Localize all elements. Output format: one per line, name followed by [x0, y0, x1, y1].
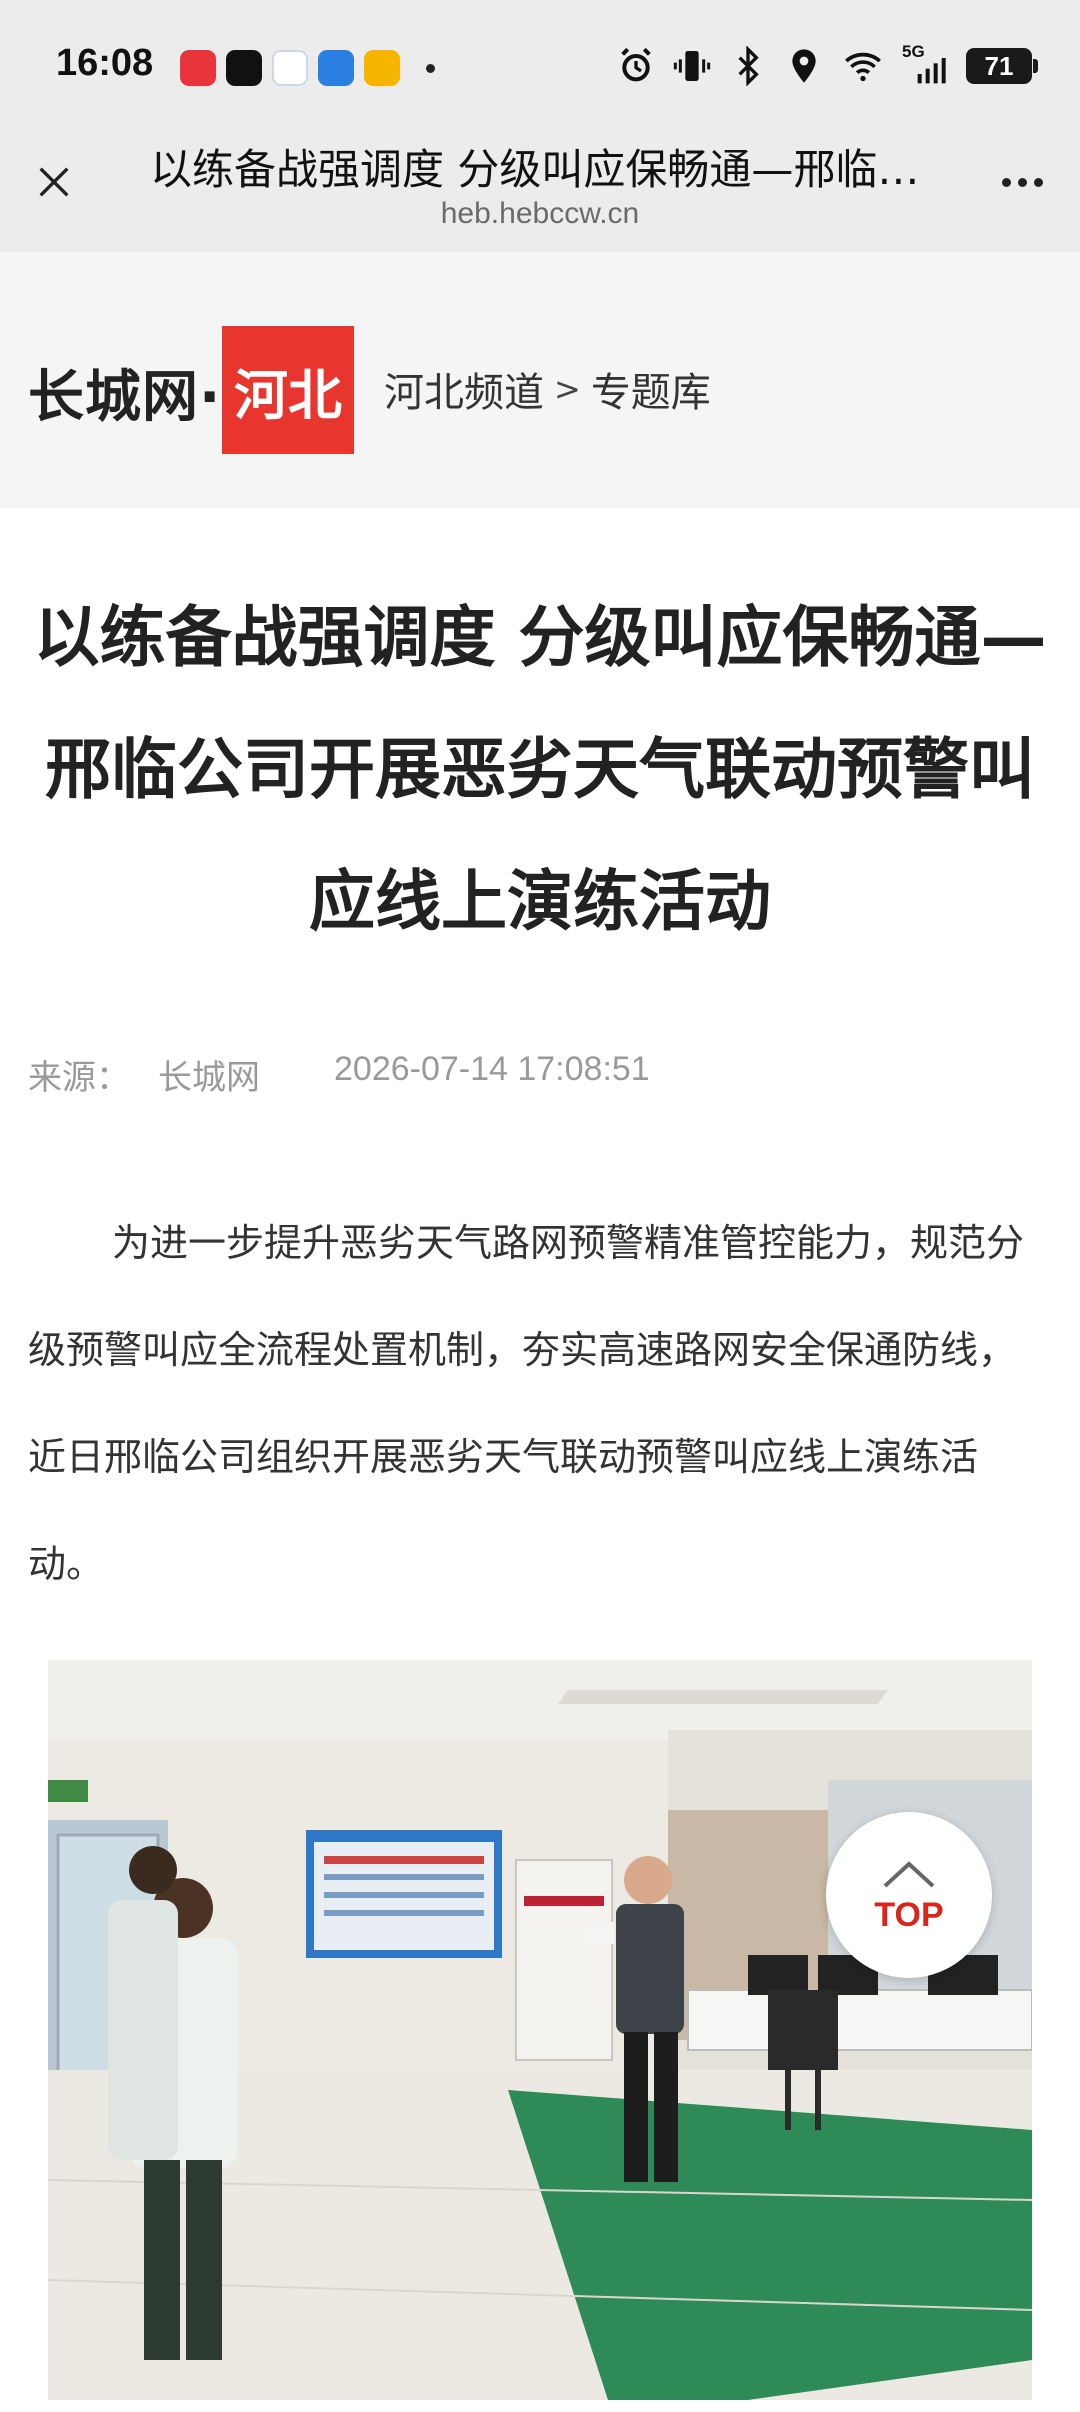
signal-indicator: 5G: [902, 42, 950, 86]
article-photo[interactable]: [48, 1660, 1032, 2400]
top-label: TOP: [874, 1895, 944, 1934]
tiktok-icon: [226, 50, 262, 86]
weibo-icon: [364, 50, 400, 86]
breadcrumb: 河北频道 > 专题库: [384, 360, 711, 418]
app-notification-icon: [180, 50, 216, 86]
browser-page-title: 以练备战强调度 分级叫应保畅通—邢临公司开展恶劣天气联动预警叫应线上演练活动: [150, 145, 930, 194]
app-notification-icon: [318, 50, 354, 86]
site-logo-badge[interactable]: 河北: [222, 326, 354, 454]
app-notification-icon: [272, 50, 308, 86]
battery-indicator: 71: [966, 48, 1038, 84]
notification-icons: [180, 50, 435, 86]
publish-date: 2026-07-14 17:08:51: [334, 1050, 650, 1088]
source-name: 长城网: [158, 1058, 260, 1098]
alarm-icon: [621, 47, 651, 82]
control-room-photo: [48, 1660, 1032, 2400]
chevron-up-icon: [883, 1860, 935, 1887]
more-notifications-dot: [426, 63, 435, 73]
back-to-top-button[interactable]: TOP: [826, 1812, 992, 1978]
status-time: 16:08: [56, 42, 154, 84]
location-icon: [792, 49, 816, 83]
close-icon: [39, 167, 69, 197]
vibrate-icon: [673, 51, 711, 81]
close-button[interactable]: [28, 156, 80, 208]
battery-level: 71: [984, 50, 1014, 81]
signal-icon: [917, 58, 946, 84]
browser-url[interactable]: heb.hebccw.cn: [150, 197, 930, 231]
breadcrumb-item-channel[interactable]: 河北频道: [384, 360, 544, 418]
status-bar: 16:08 5G 71: [0, 0, 1080, 120]
source-label: 来源：: [28, 1058, 130, 1098]
more-icon-dot: [1001, 177, 1011, 187]
article-title: 以练备战强调度 分级叫应保畅通—邢临公司开展恶劣天气联动预警叫应线上演练活动: [33, 599, 1047, 940]
breadcrumb-item-topic[interactable]: 专题库: [591, 360, 711, 418]
breadcrumb-separator: >: [554, 370, 581, 408]
site-logo[interactable]: 长城网·: [28, 352, 221, 433]
system-icons: 5G 71: [616, 42, 1038, 86]
more-icon-dot: [1017, 177, 1027, 187]
more-options-button[interactable]: [992, 160, 1052, 204]
article-meta: 来源： 长城网 2026-07-14 17:08:51: [28, 1050, 650, 1099]
wifi-icon: [845, 52, 881, 82]
bluetooth-icon: [738, 46, 759, 86]
more-icon-dot: [1033, 177, 1043, 187]
article-paragraph: 为进一步提升恶劣天气路网预警精准管控能力，规范分级预警叫应全流程处置机制，夯实高…: [28, 1221, 1025, 1586]
